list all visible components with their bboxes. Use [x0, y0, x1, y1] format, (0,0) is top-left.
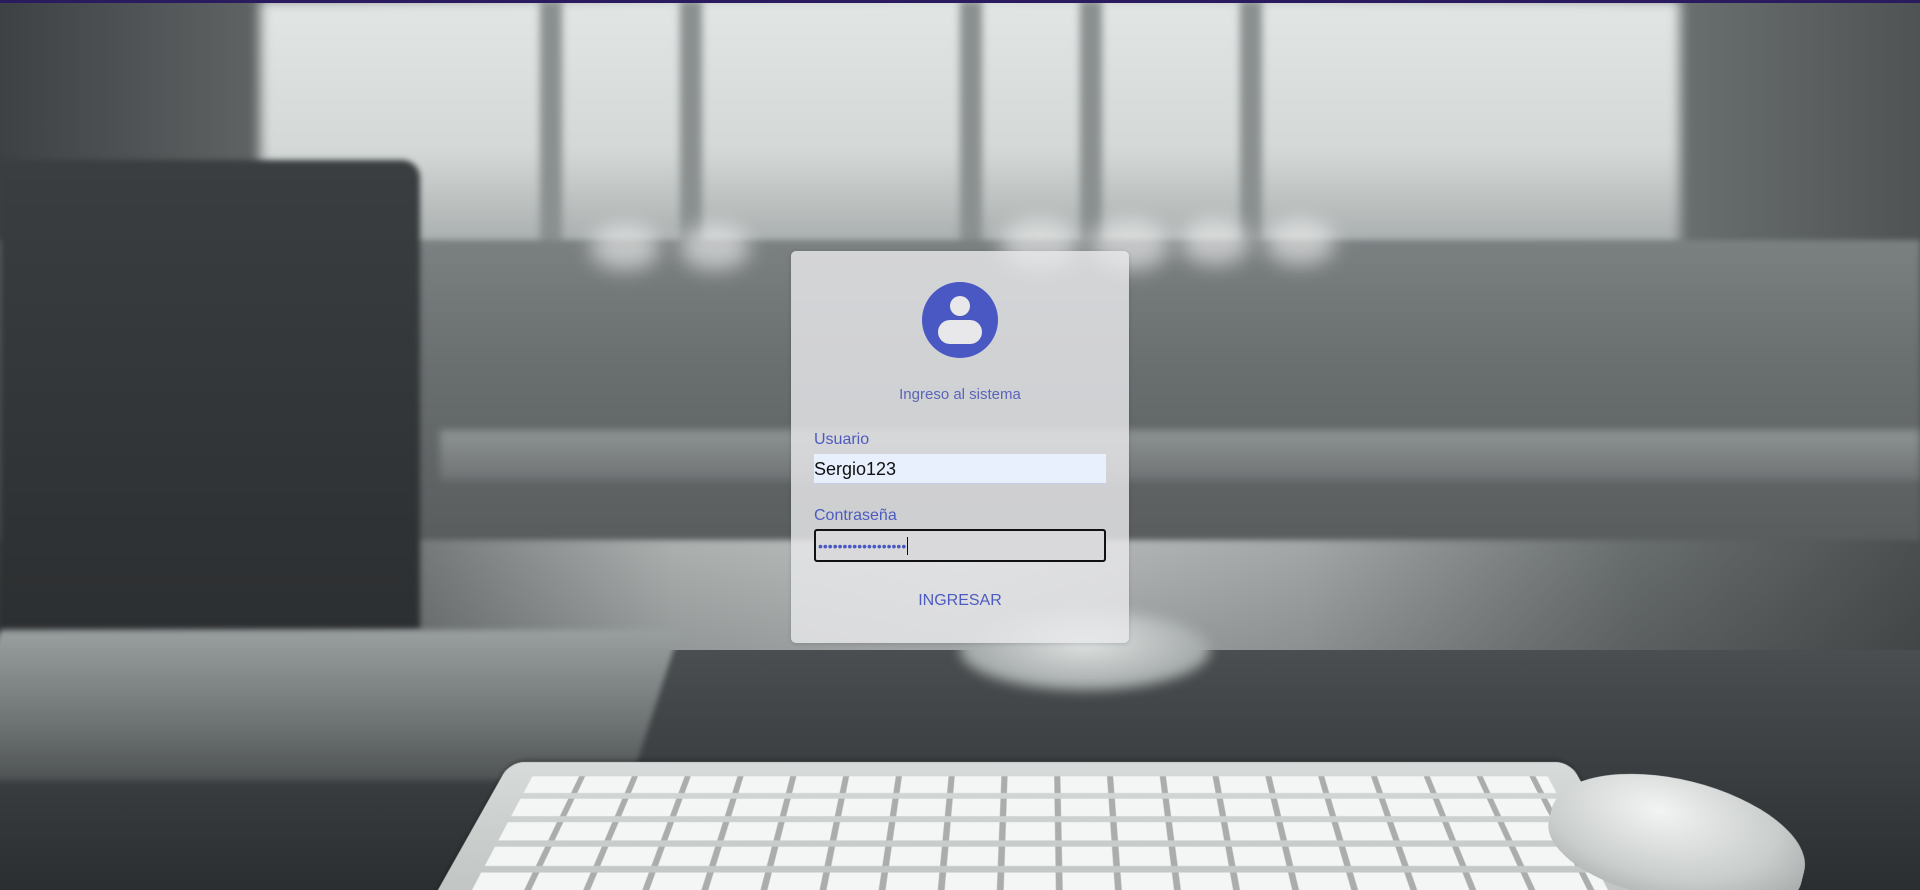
password-masked-value: •••••••••••••••••• [818, 537, 907, 554]
login-card: Ingreso al sistema Usuario Contraseña ••… [791, 251, 1129, 643]
account-circle-icon [922, 282, 998, 358]
username-input[interactable] [814, 454, 1106, 484]
login-submit-button[interactable]: INGRESAR [910, 584, 1010, 618]
username-label: Usuario [814, 431, 870, 448]
top-accent-bar [0, 0, 1920, 3]
text-caret [907, 536, 909, 555]
login-subtitle: Ingreso al sistema [899, 386, 1021, 403]
keyboard-image [429, 762, 1651, 890]
password-label: Contraseña [814, 507, 897, 524]
password-input[interactable]: •••••••••••••••••• [814, 529, 1106, 562]
